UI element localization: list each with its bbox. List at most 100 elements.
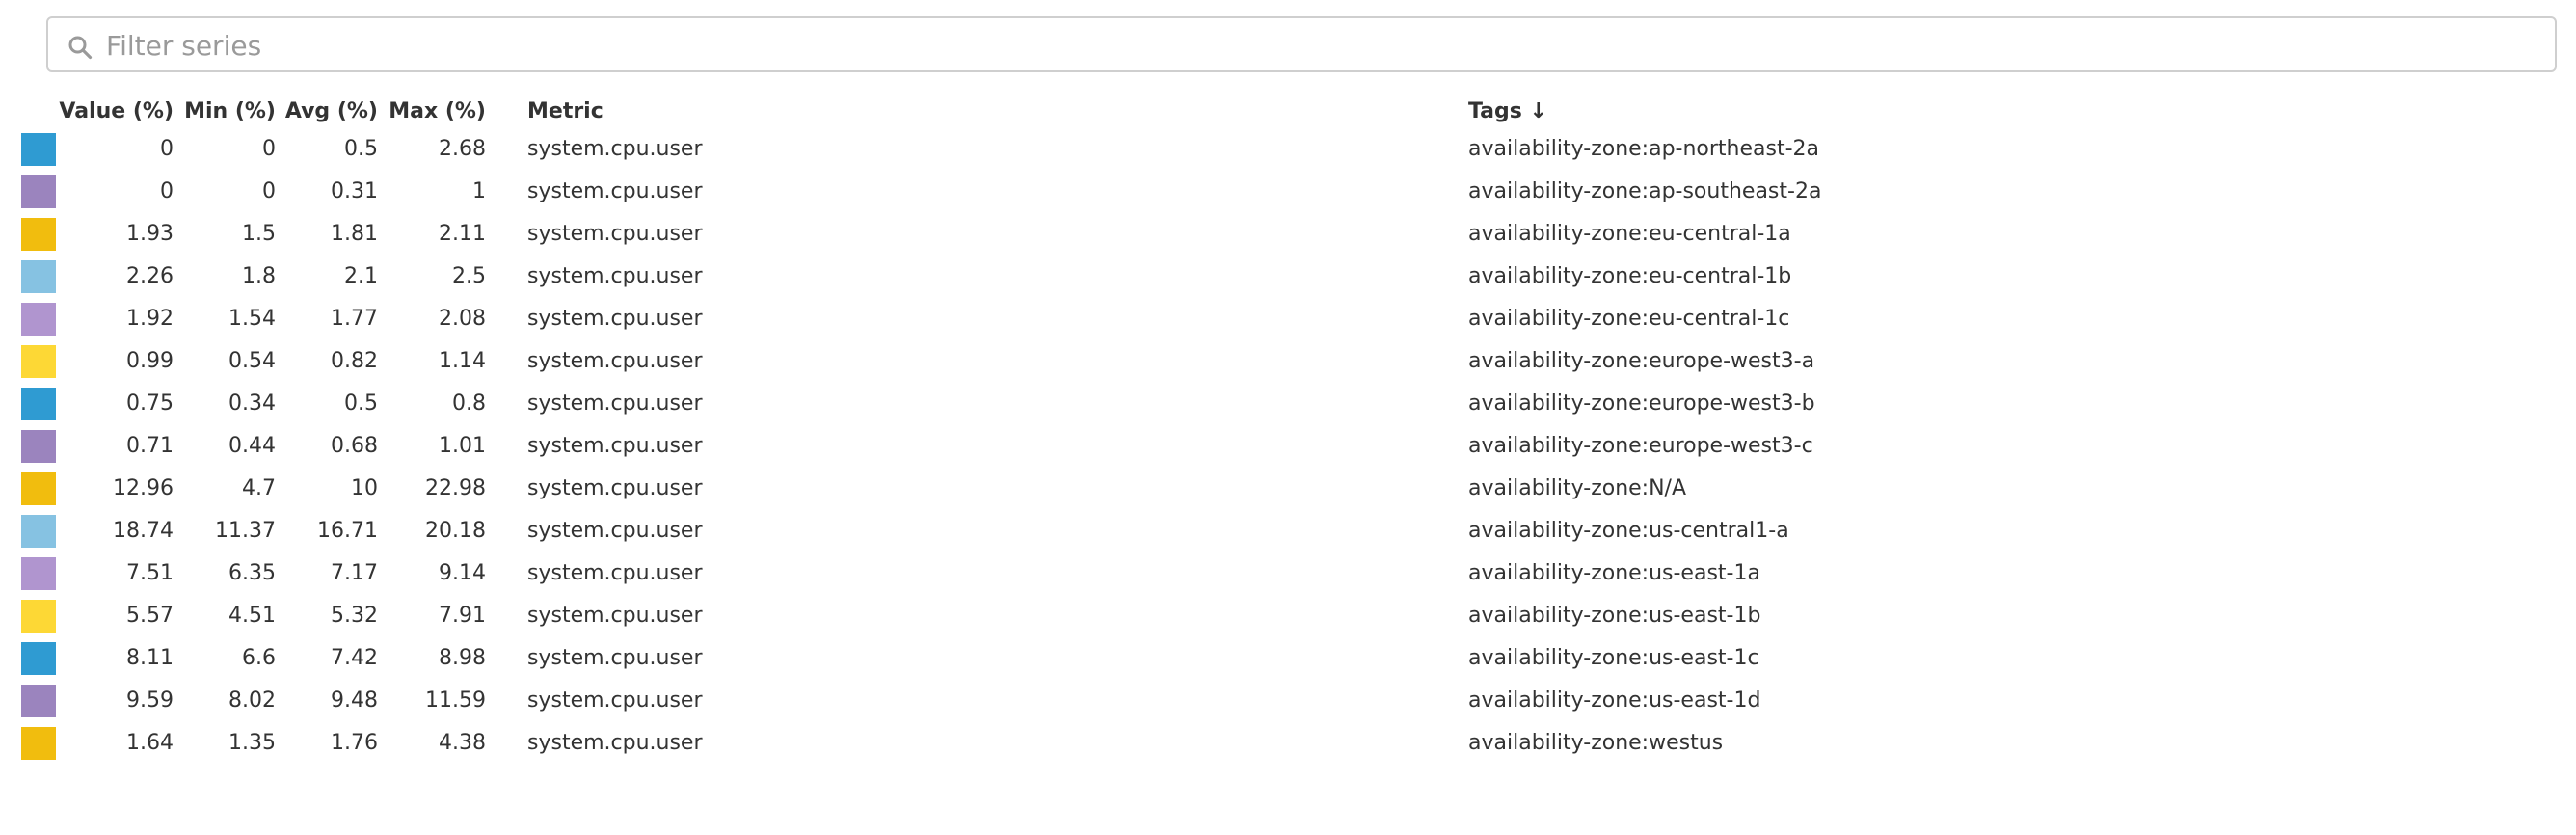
column-header-tags[interactable]: Tags ↓	[1468, 96, 1758, 127]
cell-value: 18.74	[113, 519, 174, 543]
cell-metric: system.cpu.user	[527, 179, 703, 203]
cell-tags: availability-zone:ap-northeast-2a	[1468, 137, 1820, 161]
column-header-value[interactable]: Value (%)	[58, 96, 174, 127]
cell-avg: 7.17	[331, 561, 378, 585]
cell-max: 9.14	[439, 561, 486, 585]
filter-series-box[interactable]	[46, 16, 2557, 72]
cell-max: 1	[472, 179, 486, 203]
cell-avg: 0.82	[331, 349, 378, 373]
cell-min: 4.7	[242, 476, 276, 500]
series-row[interactable]: 0 0 0.31 1 system.cpu.user availability-zone:…	[0, 171, 2576, 213]
cell-avg: 1.77	[331, 307, 378, 331]
cell-max: 2.5	[452, 264, 486, 288]
cell-metric: system.cpu.user	[527, 137, 703, 161]
cell-max: 2.68	[439, 137, 486, 161]
series-row[interactable]: 7.51 6.35 7.17 9.14 system.cpu.user availabil…	[0, 552, 2576, 595]
cell-tags: availability-zone:us-east-1b	[1468, 604, 1761, 628]
cell-value: 0.99	[126, 349, 174, 373]
cell-metric: system.cpu.user	[527, 264, 703, 288]
cell-avg: 5.32	[331, 604, 378, 628]
cell-tags: availability-zone:eu-central-1b	[1468, 264, 1792, 288]
search-icon	[68, 36, 93, 60]
cell-avg: 7.42	[331, 646, 378, 670]
series-row[interactable]: 0.99 0.54 0.82 1.14 system.cpu.user availabil…	[0, 340, 2576, 383]
cell-avg: 1.81	[331, 222, 378, 246]
cell-tags: availability-zone:europe-west3-b	[1468, 391, 1815, 416]
cell-avg: 2.1	[344, 264, 378, 288]
series-row[interactable]: 1.93 1.5 1.81 2.11 system.cpu.user availabili…	[0, 213, 2576, 256]
cell-tags: availability-zone:europe-west3-a	[1468, 349, 1815, 373]
cell-max: 8.98	[439, 646, 486, 670]
cell-metric: system.cpu.user	[527, 688, 703, 713]
series-color-swatch	[21, 345, 56, 378]
cell-max: 22.98	[425, 476, 486, 500]
column-header-avg[interactable]: Avg (%)	[276, 96, 378, 127]
cell-tags: availability-zone:us-central1-a	[1468, 519, 1789, 543]
cell-value: 0.71	[126, 434, 174, 458]
cell-value: 0	[160, 179, 174, 203]
cell-metric: system.cpu.user	[527, 307, 703, 331]
cell-metric: system.cpu.user	[527, 222, 703, 246]
cell-value: 2.26	[126, 264, 174, 288]
series-row[interactable]: 9.59 8.02 9.48 11.59 system.cpu.user availabi…	[0, 680, 2576, 722]
cell-value: 9.59	[126, 688, 174, 713]
cell-min: 0.44	[228, 434, 276, 458]
cell-tags: availability-zone:ap-southeast-2a	[1468, 179, 1822, 203]
series-color-swatch	[21, 133, 56, 166]
cell-tags: availability-zone:us-east-1d	[1468, 688, 1761, 713]
cell-avg: 10	[351, 476, 378, 500]
series-color-swatch	[21, 472, 56, 505]
series-color-swatch	[21, 175, 56, 208]
series-row[interactable]: 0.75 0.34 0.5 0.8 system.cpu.user availabilit…	[0, 383, 2576, 425]
series-row[interactable]: 18.74 11.37 16.71 20.18 system.cpu.user avail…	[0, 510, 2576, 552]
series-color-swatch	[21, 260, 56, 293]
series-row[interactable]: 1.92 1.54 1.77 2.08 system.cpu.user availabil…	[0, 298, 2576, 340]
cell-min: 0.34	[228, 391, 276, 416]
cell-tags: availability-zone:us-east-1a	[1468, 561, 1760, 585]
series-color-swatch	[21, 600, 56, 633]
cell-avg: 0.5	[344, 137, 378, 161]
cell-min: 1.35	[228, 731, 276, 755]
cell-tags: availability-zone:N/A	[1468, 476, 1687, 500]
cell-max: 1.14	[439, 349, 486, 373]
cell-min: 6.6	[242, 646, 276, 670]
cell-value: 7.51	[126, 561, 174, 585]
cell-metric: system.cpu.user	[527, 476, 703, 500]
column-header-max[interactable]: Max (%)	[378, 96, 486, 127]
cell-metric: system.cpu.user	[527, 519, 703, 543]
column-header-min[interactable]: Min (%)	[174, 96, 276, 127]
series-row[interactable]: 0 0 0.5 2.68 system.cpu.user availability-zon…	[0, 128, 2576, 171]
column-header-metric[interactable]: Metric	[527, 96, 817, 127]
cell-metric: system.cpu.user	[527, 349, 703, 373]
series-color-swatch	[21, 218, 56, 251]
cell-tags: availability-zone:eu-central-1a	[1468, 222, 1791, 246]
cell-min: 4.51	[228, 604, 276, 628]
series-row[interactable]: 2.26 1.8 2.1 2.5 system.cpu.user availability…	[0, 256, 2576, 298]
cell-tags: availability-zone:westus	[1468, 731, 1724, 755]
cell-max: 7.91	[439, 604, 486, 628]
cell-max: 2.08	[439, 307, 486, 331]
cell-value: 1.93	[126, 222, 174, 246]
filter-series-input[interactable]	[106, 24, 2516, 67]
cell-avg: 0.31	[331, 179, 378, 203]
cell-tags: availability-zone:us-east-1c	[1468, 646, 1759, 670]
cell-value: 1.92	[126, 307, 174, 331]
cell-min: 1.54	[228, 307, 276, 331]
cell-max: 1.01	[439, 434, 486, 458]
cell-value: 8.11	[126, 646, 174, 670]
cell-min: 0.54	[228, 349, 276, 373]
series-color-swatch	[21, 303, 56, 336]
cell-metric: system.cpu.user	[527, 434, 703, 458]
series-row[interactable]: 12.96 4.7 10 22.98 system.cpu.user availabili…	[0, 468, 2576, 510]
series-color-swatch	[21, 727, 56, 760]
series-color-swatch	[21, 515, 56, 548]
series-row[interactable]: 0.71 0.44 0.68 1.01 system.cpu.user availabil…	[0, 425, 2576, 468]
series-row[interactable]: 5.57 4.51 5.32 7.91 system.cpu.user availabil…	[0, 595, 2576, 637]
series-row[interactable]: 8.11 6.6 7.42 8.98 system.cpu.user availabili…	[0, 637, 2576, 680]
cell-value: 5.57	[126, 604, 174, 628]
series-row[interactable]: 1.64 1.35 1.76 4.38 system.cpu.user availabil…	[0, 722, 2576, 765]
cell-min: 0	[262, 137, 276, 161]
cell-max: 11.59	[425, 688, 486, 713]
cell-avg: 0.5	[344, 391, 378, 416]
cell-value: 1.64	[126, 731, 174, 755]
